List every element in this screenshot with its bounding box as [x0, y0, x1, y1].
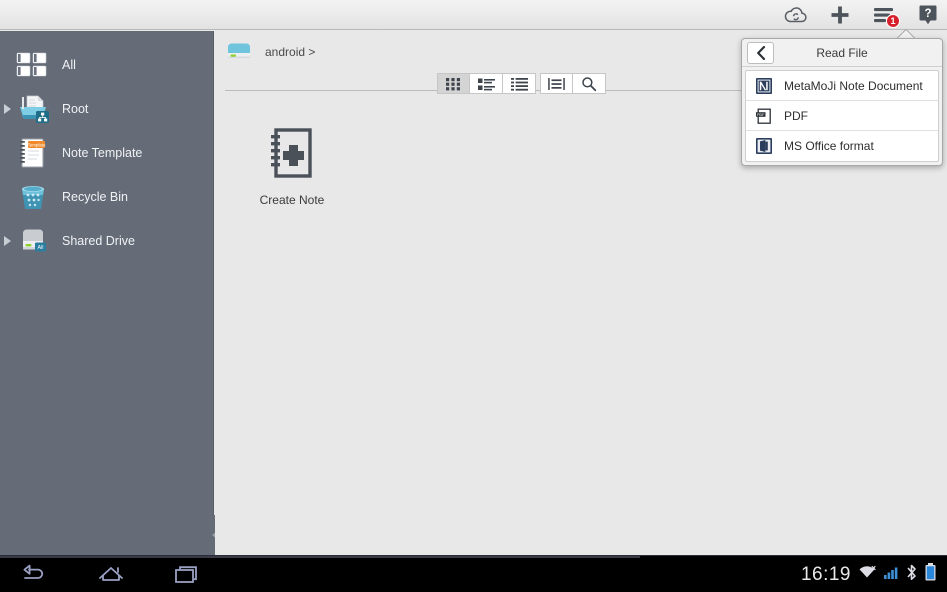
sort-button[interactable] [540, 73, 573, 94]
svg-text:PDF: PDF [757, 112, 765, 116]
note-template-icon: Template [14, 135, 52, 171]
sidebar-item-label: Note Template [62, 146, 143, 160]
sidebar-item-shared-drive[interactable]: All Shared Drive [0, 219, 213, 263]
popup-item-metamoji-note[interactable]: MetaMoJi Note Document [746, 71, 938, 101]
status-area: 16:19 [801, 556, 937, 592]
popup-item-label: PDF [784, 108, 808, 123]
cellular-signal-icon [883, 563, 899, 586]
popup-back-button[interactable] [747, 42, 774, 64]
popup-item-pdf[interactable]: PDF PDF [746, 101, 938, 131]
popup-item-ms-office[interactable]: MS Office format [746, 131, 938, 161]
menu-badge: 1 [886, 14, 900, 28]
svg-text:Template: Template [28, 142, 46, 147]
pdf-icon: PDF [755, 107, 773, 125]
detail-view-button[interactable] [503, 73, 536, 94]
all-grid-icon [14, 47, 52, 83]
battery-icon [924, 562, 937, 587]
status-clock: 16:19 [800, 563, 851, 585]
android-back-icon[interactable] [18, 562, 52, 588]
chevron-right-icon[interactable] [4, 236, 11, 246]
android-home-icon[interactable] [94, 562, 128, 588]
sidebar-item-recycle-bin[interactable]: Recycle Bin [0, 175, 213, 219]
menu-icon[interactable]: 1 [871, 2, 900, 28]
sidebar-item-label: Shared Drive [62, 234, 135, 248]
root-folder-icon [14, 91, 52, 127]
popup-item-label: MetaMoJi Note Document [784, 78, 923, 93]
read-file-popup: Read File MetaMoJi Note Document PDF PDF… [741, 38, 943, 166]
ms-office-icon [755, 137, 773, 155]
file-label: Create Note [259, 193, 325, 207]
sidebar-item-label: All [62, 58, 76, 72]
metamoji-note-icon [755, 77, 773, 95]
list-view-button[interactable] [470, 73, 503, 94]
top-toolbar-icons: 1 ? [783, 0, 941, 30]
sidebar-item-root[interactable]: Root [0, 87, 213, 131]
nav-buttons [0, 556, 204, 592]
chevron-right-icon[interactable] [4, 104, 11, 114]
recycle-bin-icon [14, 179, 52, 215]
grid-view-button[interactable] [437, 73, 470, 94]
sidebar: All Root Template Note Template Recycle … [0, 31, 214, 555]
svg-text:?: ? [924, 8, 931, 20]
cloud-sync-icon[interactable] [783, 2, 809, 28]
help-icon[interactable]: ? [915, 2, 941, 28]
wifi-icon [857, 563, 877, 586]
popup-header: Read File [742, 39, 942, 67]
android-navigation-bar: 16:19 [0, 555, 947, 592]
sidebar-item-all[interactable]: All [0, 43, 213, 87]
action-group [540, 73, 606, 94]
sidebar-item-note-template[interactable]: Template Note Template [0, 131, 213, 175]
svg-text:All: All [38, 245, 44, 251]
view-mode-group [437, 73, 536, 94]
create-note-icon [263, 125, 321, 183]
bluetooth-icon [905, 563, 918, 587]
drive-icon [225, 40, 253, 64]
shared-drive-icon: All [14, 223, 52, 259]
app-root: 1 ? All Root Template Note Template Recy… [0, 0, 947, 592]
create-note-tile[interactable]: Create Note [237, 125, 347, 207]
top-toolbar: 1 ? [0, 0, 947, 30]
popup-item-label: MS Office format [784, 139, 874, 153]
android-recents-icon[interactable] [170, 562, 204, 588]
search-button[interactable] [573, 73, 606, 94]
breadcrumb-text[interactable]: android > [265, 45, 315, 59]
popup-title: Read File [816, 45, 868, 60]
add-icon[interactable] [827, 2, 853, 28]
sidebar-item-label: Recycle Bin [62, 190, 128, 204]
sidebar-item-label: Root [62, 102, 89, 116]
popup-item-list: MetaMoJi Note Document PDF PDF MS Office… [745, 70, 939, 162]
